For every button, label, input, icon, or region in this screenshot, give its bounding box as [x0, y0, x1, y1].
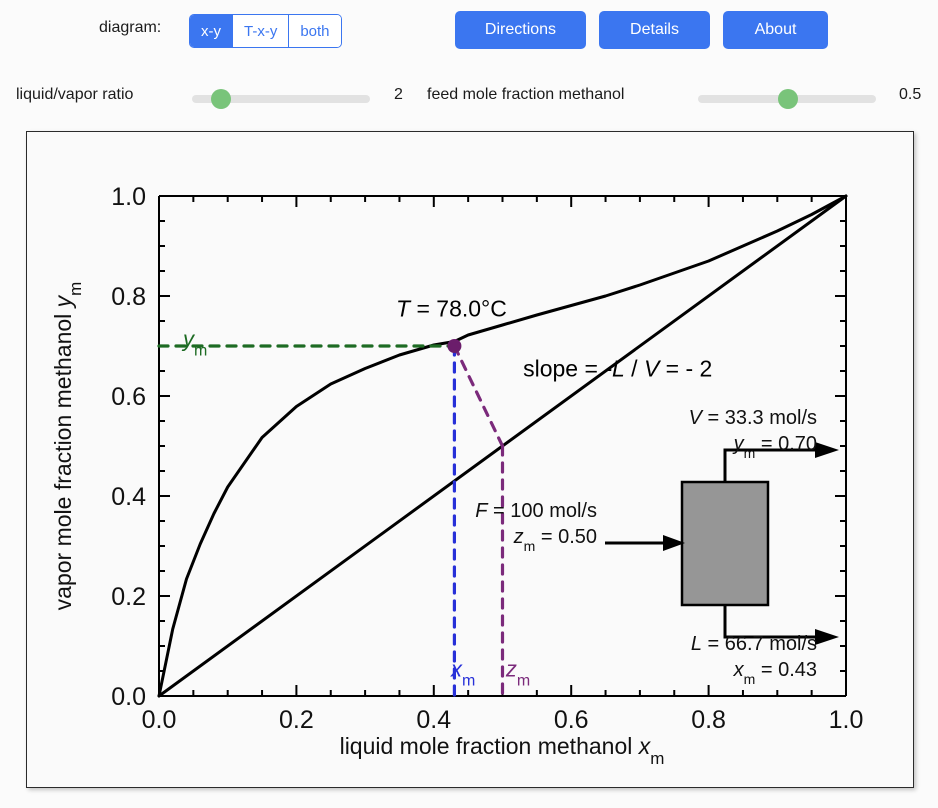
feed-flow-label: F = 100 mol/s	[475, 500, 597, 522]
feed-mole-fraction-label: feed mole fraction methanol	[427, 86, 625, 103]
y-axis-title: vapor mole fraction methanol ym	[50, 282, 85, 611]
x-tick-label: 0.0	[142, 706, 177, 734]
liquid-vapor-ratio-slider-knob[interactable]	[211, 89, 231, 109]
liquid-outlet-arrow	[815, 629, 839, 645]
operating-point	[447, 339, 462, 353]
y-tick-label: 0.0	[111, 683, 146, 711]
y-tick-label: 1.0	[111, 183, 146, 211]
segment-xy[interactable]: x-y	[190, 15, 233, 47]
xy-diagram: 0.0 0.2 0.4 0.6 0.8 1.0 0.0 0.2 0.4 0.6 0.8 1.0 T …	[50, 183, 864, 768]
plot-panel: 0.0 0.2 0.4 0.6 0.8 1.0 0.0 0.2 0.4 0.6 0.8 1.0 T …	[26, 131, 914, 788]
liquid-vapor-ratio-value: 2	[394, 86, 403, 103]
y-tick-label: 0.8	[111, 283, 146, 311]
feed-mole-fraction-slider-knob[interactable]	[778, 89, 798, 109]
directions-button[interactable]: Directions	[455, 11, 586, 49]
x-tick-labels: 0.0 0.2 0.4 0.6 0.8 1.0	[142, 706, 864, 734]
vapor-composition-label: ym = 0.70	[732, 433, 817, 461]
marker-layer	[447, 339, 462, 353]
x-tick-label: 0.8	[691, 706, 726, 734]
slope-label: slope = -L / V = - 2	[523, 356, 712, 382]
ym-axis-label: ym	[181, 327, 207, 360]
segment-both[interactable]: both	[289, 15, 341, 47]
x-tick-label: 1.0	[829, 706, 864, 734]
x-tick-label: 0.4	[416, 706, 451, 734]
x-tick-label: 0.6	[554, 706, 589, 734]
y-tick-label: 0.2	[111, 583, 146, 611]
xm-axis-label: xm	[450, 657, 475, 690]
segment-txy[interactable]: T-x-y	[233, 15, 290, 47]
y-tick-label: 0.4	[111, 483, 146, 511]
details-button[interactable]: Details	[599, 11, 710, 49]
y-tick-labels: 0.0 0.2 0.4 0.6 0.8 1.0	[111, 183, 146, 711]
y-tick-label: 0.6	[111, 383, 146, 411]
vapor-flow-label: V = 33.3 mol/s	[689, 407, 817, 429]
liquid-composition-label: xm = 0.43	[733, 659, 817, 687]
liquid-flow-label: L = 66.7 mol/s	[691, 633, 817, 655]
vapor-outlet-arrow	[815, 442, 839, 458]
diagram-mode-segmented-control[interactable]: x-y T-x-y both	[189, 14, 342, 48]
flash-drum-schematic	[605, 442, 839, 645]
operating-line-slope-l-v	[452, 344, 505, 448]
temperature-label: T = 78.0°C	[396, 296, 507, 322]
about-button[interactable]: About	[723, 11, 828, 49]
top-toolbar: diagram: x-y T-x-y both Directions Detai…	[0, 0, 938, 60]
plot-annotations: T = 78.0°C slope = -L / V = - 2 ym xm zm	[181, 296, 712, 690]
feed-mole-fraction-value: 0.5	[899, 86, 922, 103]
zm-axis-label: zm	[505, 657, 530, 690]
diagram-label: diagram:	[99, 19, 162, 36]
x-axis-title: liquid mole fraction methanol xm	[340, 733, 665, 768]
x-tick-label: 0.2	[279, 706, 314, 734]
slider-bar: liquid/vapor ratio 2 feed mole fraction …	[0, 75, 938, 115]
liquid-vapor-ratio-label: liquid/vapor ratio	[16, 86, 134, 103]
flash-drum-body	[680, 480, 770, 607]
feed-composition-label: zm = 0.50	[513, 526, 597, 554]
